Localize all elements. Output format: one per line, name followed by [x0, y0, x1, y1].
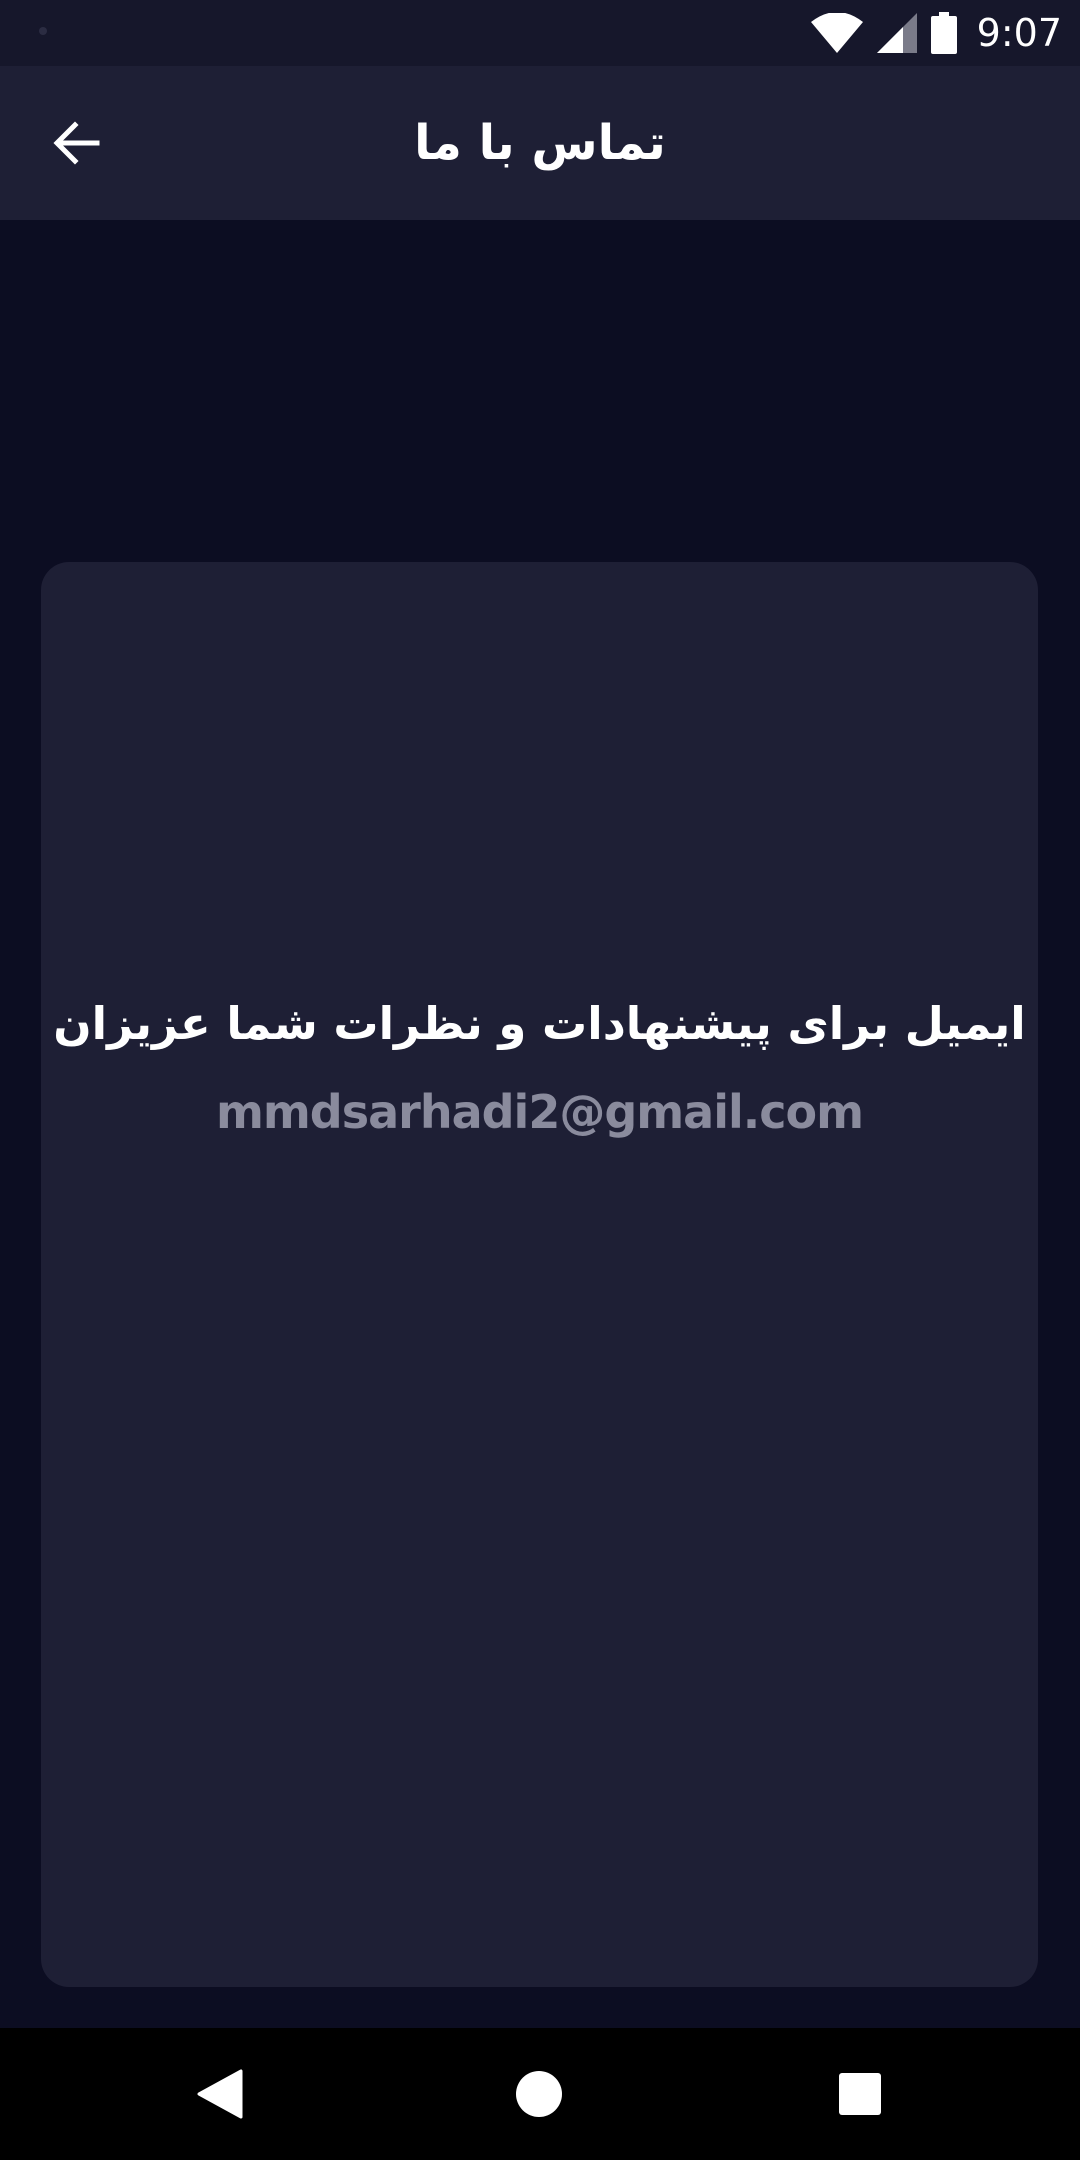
cell-signal-icon	[876, 13, 917, 53]
nav-recents-button[interactable]	[816, 2050, 904, 2138]
status-icons: 9:07	[810, 0, 1062, 66]
contact-card-heading: ایمیل برای پیشنهادات و نظرات شما عزیزان	[53, 997, 1026, 1050]
nav-home-icon	[516, 2071, 562, 2117]
arrow-left-icon	[53, 121, 100, 165]
app-bar: تماس با ما	[0, 66, 1080, 220]
notification-dot-icon	[39, 27, 47, 35]
contact-us-screen: 9:07 تماس با ما ایمیل برای پیشنهادات و ن…	[0, 0, 1080, 2160]
page-title: تماس با ما	[414, 115, 666, 171]
wifi-icon	[810, 13, 863, 53]
contact-card: ایمیل برای پیشنهادات و نظرات شما عزیزان …	[41, 562, 1038, 1987]
contact-email-link[interactable]: mmdsarhadi2@gmail.com	[41, 1072, 1038, 1152]
nav-back-icon	[197, 2069, 243, 2119]
status-time: 9:07	[976, 11, 1062, 55]
nav-recents-icon	[839, 2073, 881, 2115]
nav-home-button[interactable]	[495, 2050, 583, 2138]
status-bar: 9:07	[0, 0, 1080, 66]
back-button[interactable]	[36, 102, 118, 184]
nav-back-button[interactable]	[176, 2050, 264, 2138]
system-navigation-bar	[0, 2028, 1080, 2160]
battery-icon	[930, 12, 957, 54]
